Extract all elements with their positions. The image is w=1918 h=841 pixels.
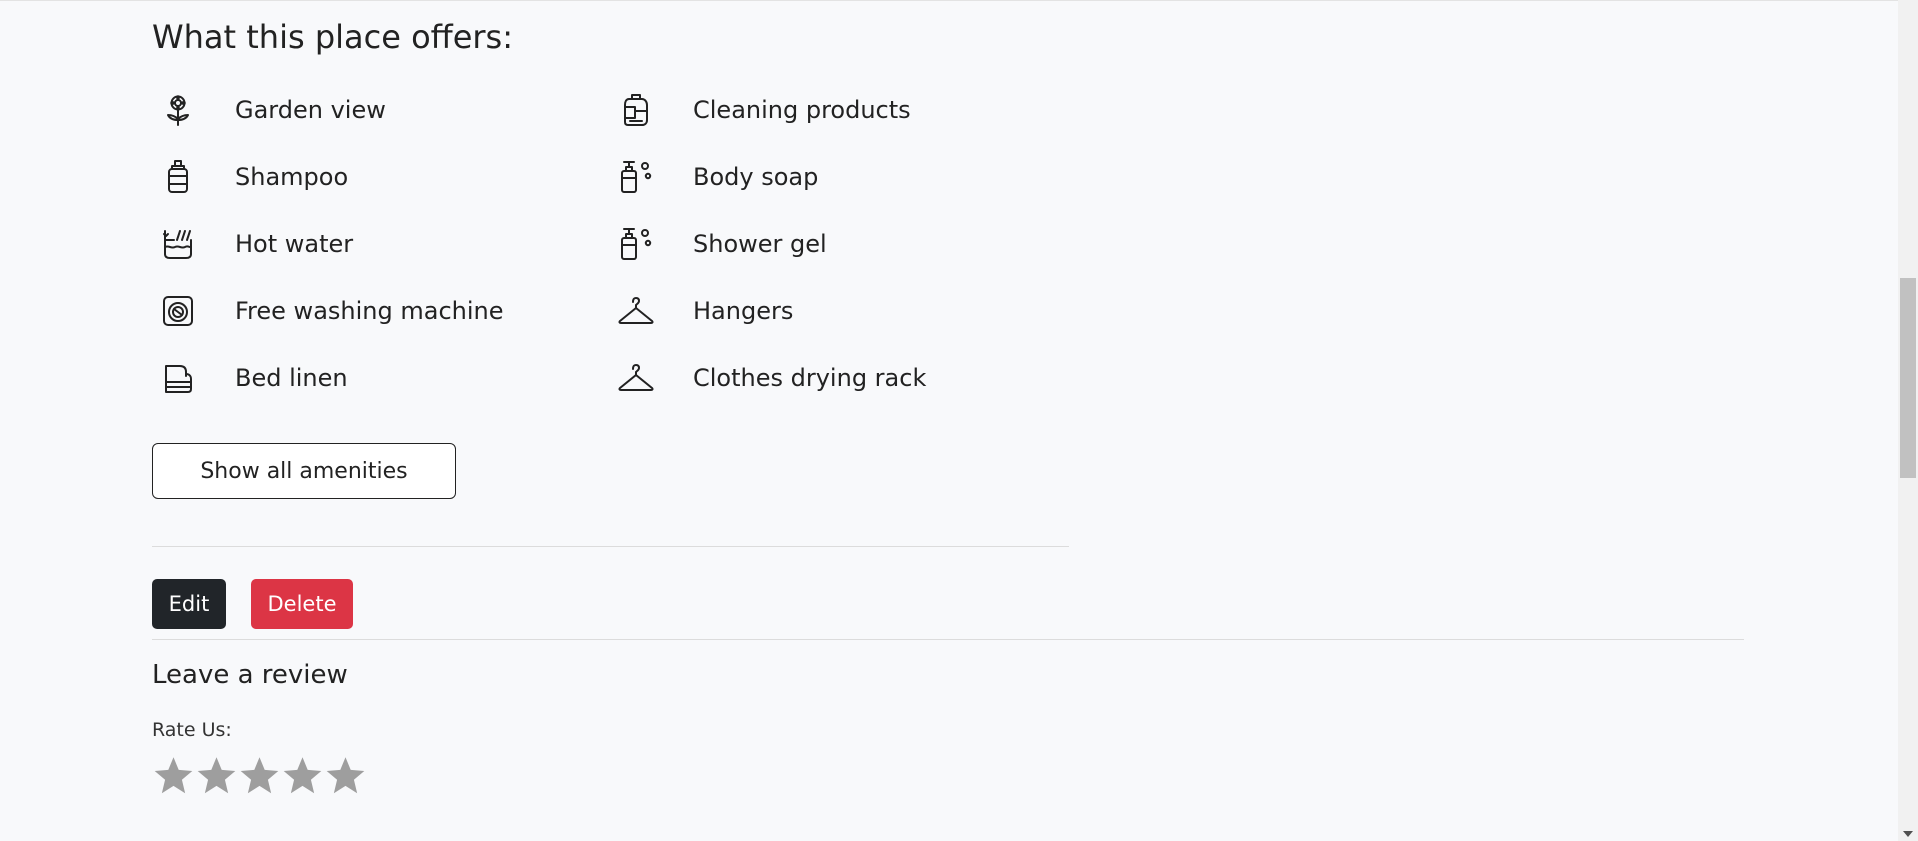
amenity-body-soap: Body soap bbox=[616, 157, 818, 197]
hanger-icon bbox=[616, 358, 656, 398]
vertical-scrollbar[interactable] bbox=[1898, 0, 1918, 841]
scroll-down-arrow-icon[interactable] bbox=[1903, 831, 1913, 837]
cleaning-products-icon bbox=[616, 90, 656, 130]
amenity-label: Free washing machine bbox=[235, 297, 504, 325]
delete-button[interactable]: Delete bbox=[251, 579, 353, 629]
amenity-label: Hangers bbox=[693, 297, 794, 325]
amenity-label: Hot water bbox=[235, 230, 354, 258]
hanger-icon bbox=[616, 291, 656, 331]
amenity-shower-gel: Shower gel bbox=[616, 224, 827, 264]
amenity-label: Clothes drying rack bbox=[693, 364, 927, 392]
star-icon[interactable] bbox=[195, 754, 238, 798]
flower-icon bbox=[158, 90, 198, 130]
amenity-label: Garden view bbox=[235, 96, 386, 124]
amenity-washing-machine: Free washing machine bbox=[158, 291, 504, 331]
bed-linen-icon bbox=[158, 358, 198, 398]
review-divider bbox=[152, 639, 1744, 640]
amenity-shampoo: Shampoo bbox=[158, 157, 348, 197]
top-divider bbox=[0, 0, 1898, 1]
amenity-clothes-drying-rack: Clothes drying rack bbox=[616, 358, 926, 398]
star-icon[interactable] bbox=[238, 754, 281, 798]
rate-label: Rate Us: bbox=[152, 719, 232, 741]
star-rating[interactable] bbox=[152, 754, 367, 798]
show-all-amenities-button[interactable]: Show all amenities bbox=[152, 443, 456, 499]
amenity-hot-water: Hot water bbox=[158, 224, 353, 264]
hot-water-icon bbox=[158, 224, 198, 264]
amenity-bed-linen: Bed linen bbox=[158, 358, 348, 398]
amenities-heading: What this place offers: bbox=[152, 18, 513, 56]
amenity-label: Body soap bbox=[693, 163, 819, 191]
soap-bottle-icon bbox=[616, 224, 656, 264]
washing-machine-icon bbox=[158, 291, 198, 331]
amenity-hangers: Hangers bbox=[616, 291, 793, 331]
amenity-label: Shampoo bbox=[235, 163, 349, 191]
amenity-cleaning-products: Cleaning products bbox=[616, 90, 911, 130]
star-icon[interactable] bbox=[281, 754, 324, 798]
star-icon[interactable] bbox=[324, 754, 367, 798]
section-divider bbox=[152, 546, 1069, 547]
amenity-label: Bed linen bbox=[235, 364, 348, 392]
soap-bottle-icon bbox=[616, 157, 656, 197]
scrollbar-thumb[interactable] bbox=[1900, 278, 1916, 478]
amenity-label: Cleaning products bbox=[693, 96, 911, 124]
shampoo-bottle-icon bbox=[158, 157, 198, 197]
edit-button[interactable]: Edit bbox=[152, 579, 226, 629]
star-icon[interactable] bbox=[152, 754, 195, 798]
review-heading: Leave a review bbox=[152, 660, 348, 690]
amenity-label: Shower gel bbox=[693, 230, 827, 258]
amenity-garden-view: Garden view bbox=[158, 90, 386, 130]
